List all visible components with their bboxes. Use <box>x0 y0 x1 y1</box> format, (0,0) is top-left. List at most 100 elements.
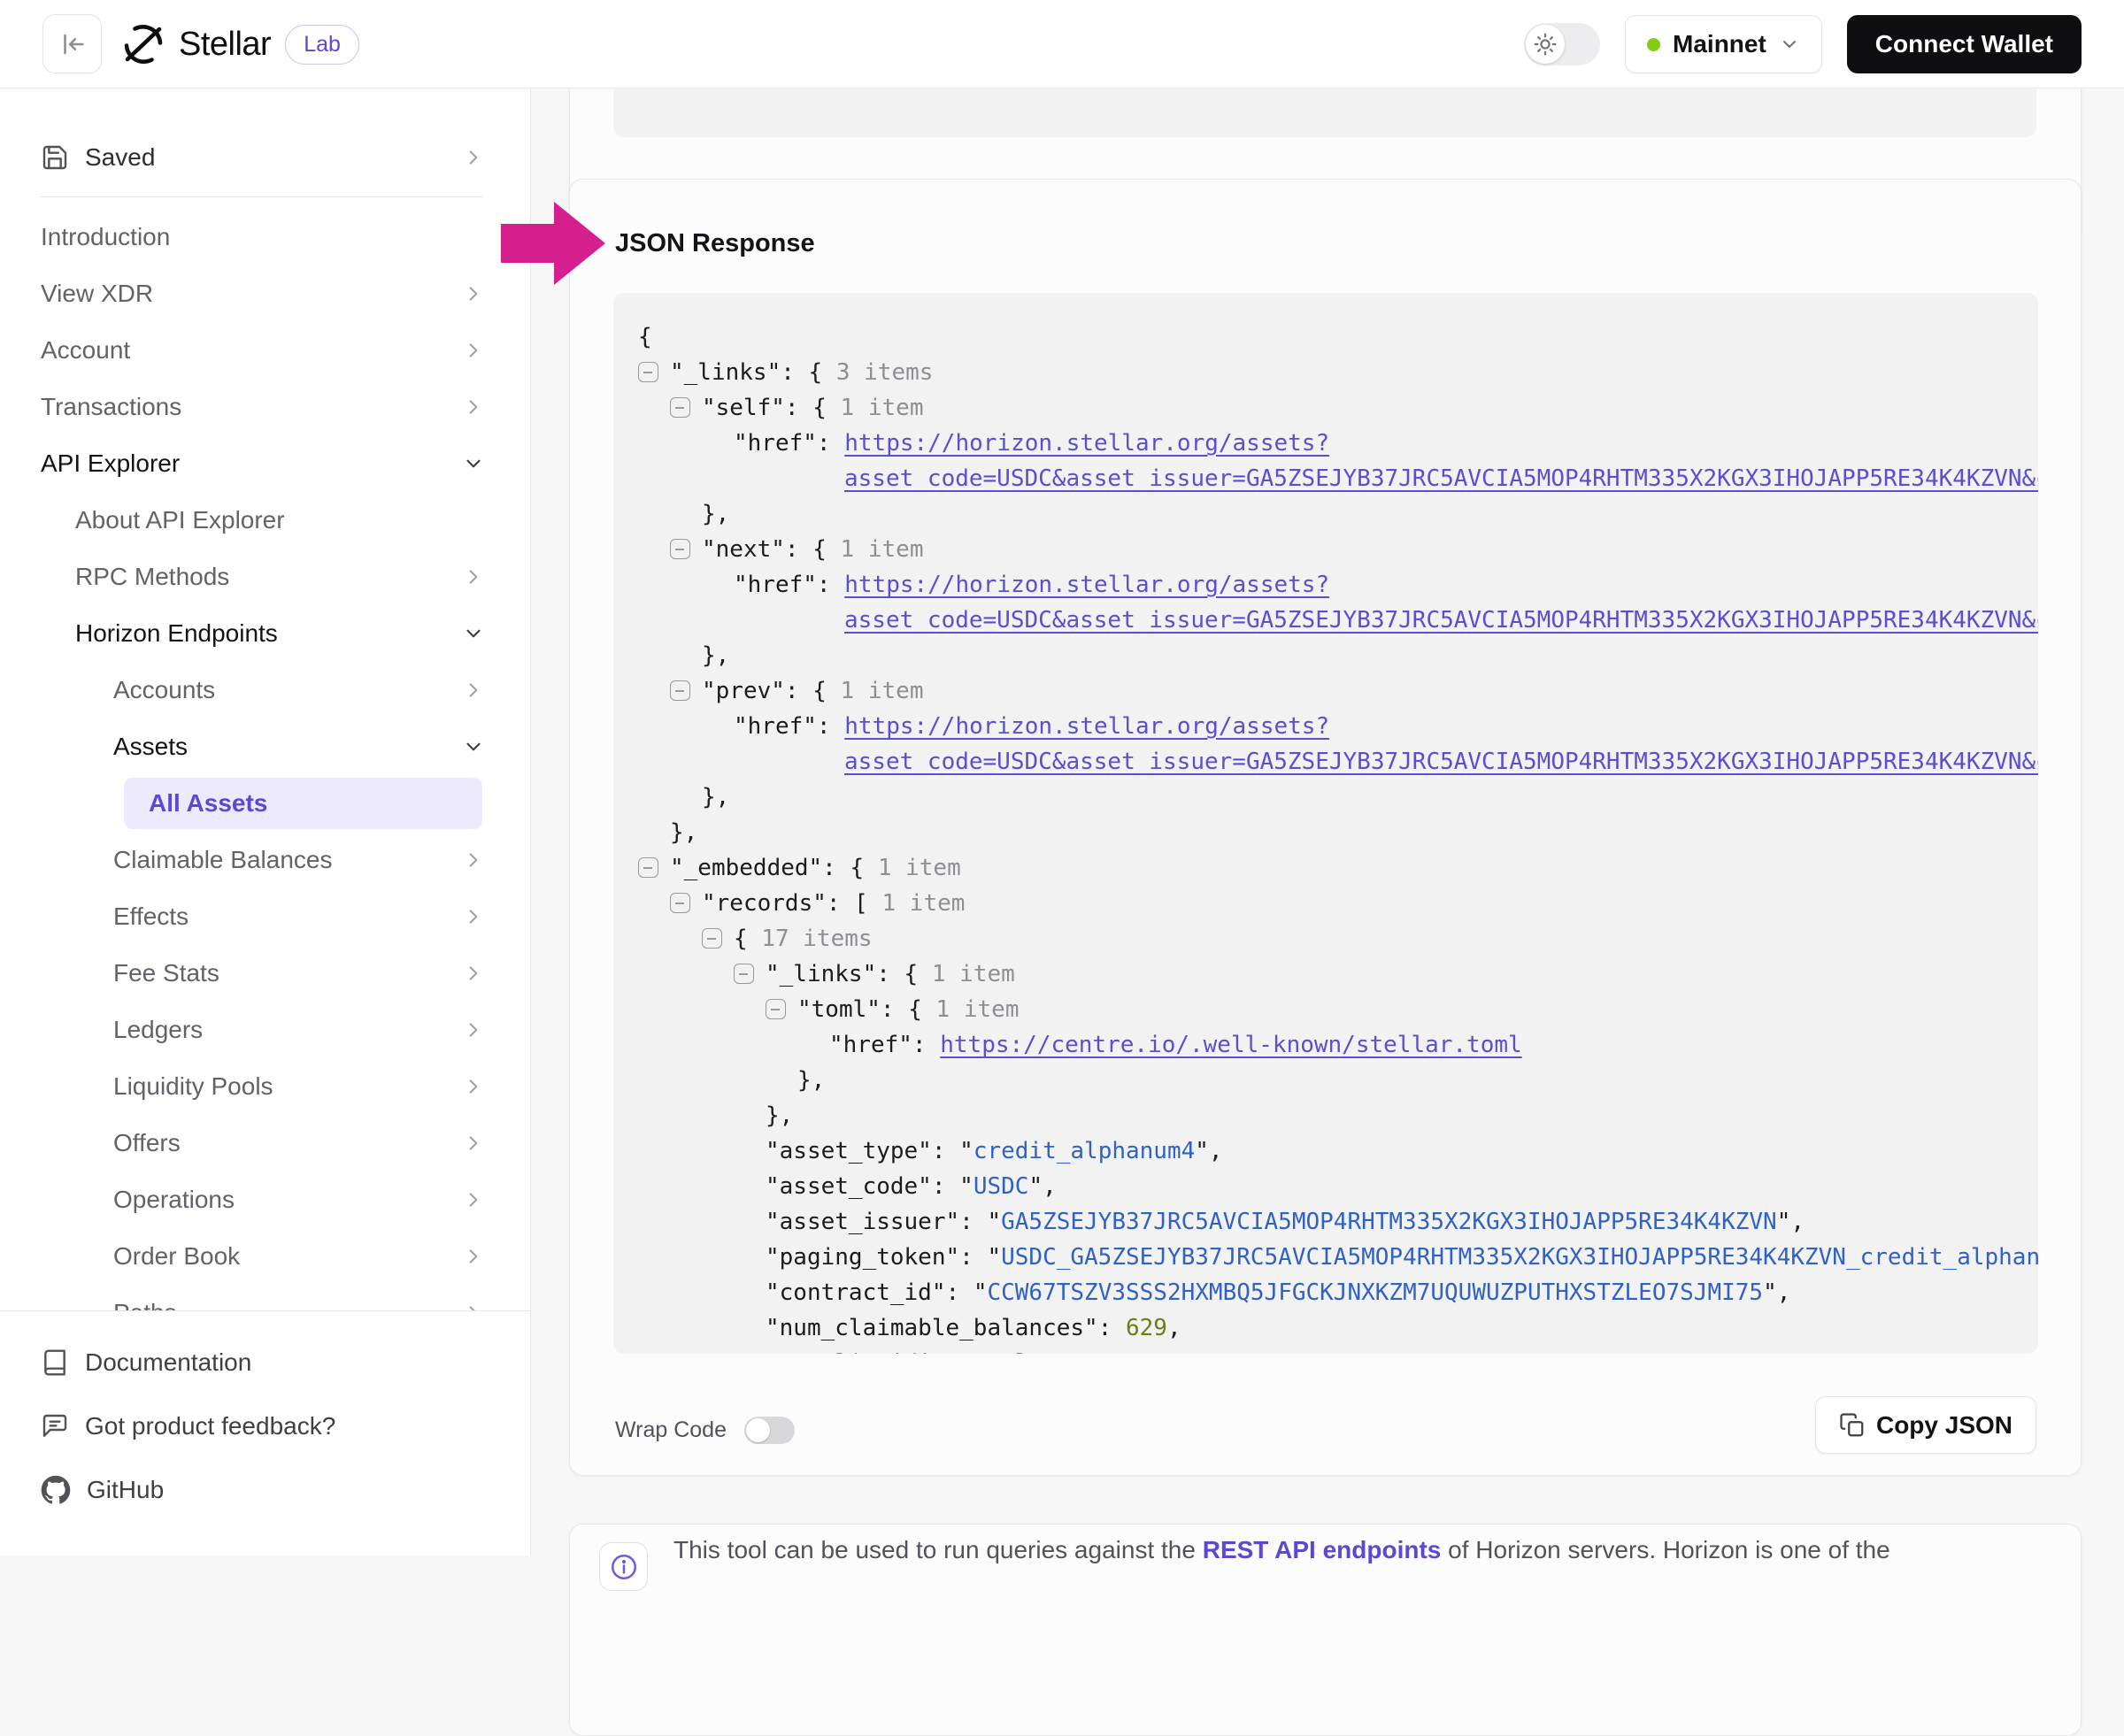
sidebar-item[interactable]: Assets <box>0 718 531 775</box>
sidebar-item-label: Claimable Balances <box>113 846 462 874</box>
sidebar-item-label: Assets <box>113 733 462 761</box>
brand-name: Stellar <box>179 26 271 64</box>
chevron-down-icon <box>1779 34 1800 55</box>
json-code-line: }, <box>613 1098 2038 1133</box>
json-code-line: "asset_type": "credit_alphanum4", <box>613 1133 2038 1169</box>
collapse-sidebar-button[interactable] <box>42 14 102 73</box>
chevron-right-icon <box>462 339 485 362</box>
json-token-punct: { <box>638 324 652 350</box>
collapse-node-icon[interactable] <box>734 964 754 984</box>
collapse-node-icon[interactable] <box>638 362 658 382</box>
json-token-punct: , <box>1167 1315 1181 1341</box>
annotation-arrow <box>492 195 612 292</box>
json-url-link[interactable]: https://horizon.stellar.org/assets? <box>844 572 1329 598</box>
sidebar-item-label: Ledgers <box>113 1016 462 1044</box>
sidebar-item[interactable]: Effects <box>0 888 531 945</box>
json-token-key: "records": [ <box>702 890 882 917</box>
json-token-punct: }, <box>702 501 729 527</box>
sidebar-footer-item[interactable]: GitHub <box>0 1458 530 1522</box>
json-url-link[interactable]: asset_code=USDC&asset_issuer=GA5ZSEJYB37… <box>844 749 2038 775</box>
json-url-link[interactable]: https://horizon.stellar.org/assets? <box>844 430 1329 457</box>
sidebar-item[interactable]: Horizon Endpoints <box>0 605 531 662</box>
sidebar-item[interactable]: Transactions <box>0 379 531 435</box>
json-token-punct: ", <box>1195 1138 1222 1164</box>
json-code-line: }, <box>613 815 2038 850</box>
section-title: JSON Response <box>615 229 815 258</box>
sidebar-item-saved[interactable]: Saved <box>0 127 531 188</box>
brand[interactable]: Stellar Lab <box>122 0 359 88</box>
collapse-node-icon[interactable] <box>670 539 690 559</box>
copy-json-button[interactable]: Copy JSON <box>1815 1396 2036 1454</box>
sidebar-footer: Documentation Got product feedback? GitH… <box>0 1310 530 1555</box>
rest-api-endpoints-link[interactable]: REST API endpoints <box>1203 1536 1442 1563</box>
sidebar-item[interactable]: Introduction <box>0 209 531 265</box>
sidebar-item-label: Liquidity Pools <box>113 1072 462 1101</box>
chevron-right-icon <box>462 146 485 169</box>
sidebar-item[interactable]: All Assets <box>124 778 482 829</box>
sidebar-item[interactable]: Ledgers <box>0 1002 531 1058</box>
copy-icon <box>1839 1412 1866 1439</box>
feedback-icon <box>41 1412 69 1440</box>
chevron-right-icon <box>462 396 485 419</box>
theme-toggle[interactable] <box>1524 23 1600 65</box>
json-token-num: 447 <box>1084 1350 1126 1354</box>
json-url-link[interactable]: asset_code=USDC&asset_issuer=GA5ZSEJYB37… <box>844 607 2038 634</box>
sidebar-item-label: Accounts <box>113 676 462 704</box>
network-status-dot <box>1647 38 1660 51</box>
sidebar-item[interactable]: Accounts <box>0 662 531 718</box>
json-token-key: "self": { <box>702 395 841 421</box>
wrap-code-toggle[interactable] <box>744 1417 795 1444</box>
sidebar-item[interactable]: About API Explorer <box>0 492 531 549</box>
json-url-link[interactable]: https://centre.io/.well-known/stellar.to… <box>940 1032 1521 1058</box>
json-token-punct: }, <box>797 1067 825 1094</box>
json-token-key: "num_claimable_balances": <box>766 1315 1126 1341</box>
sidebar-item-label: Effects <box>113 903 462 931</box>
collapse-node-icon[interactable] <box>638 857 658 878</box>
sidebar-item-label: All Assets <box>149 789 465 818</box>
sidebar-item[interactable]: Operations <box>0 1171 531 1228</box>
json-code-line: asset_code=USDC&asset_issuer=GA5ZSEJYB37… <box>613 603 2038 638</box>
sidebar-item[interactable]: Fee Stats <box>0 945 531 1002</box>
json-code-line: "self": { 1 item <box>613 390 2038 426</box>
github-icon <box>41 1475 71 1505</box>
sidebar-footer-label: Documentation <box>85 1348 251 1377</box>
network-selector[interactable]: Mainnet <box>1625 15 1822 73</box>
sidebar-item-label: Order Book <box>113 1242 462 1271</box>
json-token-str: USDC <box>974 1173 1029 1200</box>
sidebar-item[interactable]: View XDR <box>0 265 531 322</box>
sidebar-item[interactable]: Offers <box>0 1115 531 1171</box>
sidebar-item[interactable]: API Explorer <box>0 435 531 492</box>
sidebar-item[interactable]: Order Book <box>0 1228 531 1285</box>
collapse-node-icon[interactable] <box>702 928 722 949</box>
info-text: This tool can be used to run queries aga… <box>673 1533 1890 1567</box>
sidebar-item[interactable]: Account <box>0 322 531 379</box>
connect-wallet-button[interactable]: Connect Wallet <box>1847 15 2082 73</box>
collapse-node-icon[interactable] <box>670 893 690 913</box>
json-token-punct: , <box>1126 1350 1140 1354</box>
json-code-line: asset_code=USDC&asset_issuer=GA5ZSEJYB37… <box>613 744 2038 780</box>
json-token-str: credit_alphanum4 <box>974 1138 1195 1164</box>
json-token-count: 1 item <box>878 855 961 881</box>
sidebar-item[interactable]: RPC Methods <box>0 549 531 605</box>
json-token-key: "asset_issuer": <box>766 1209 987 1235</box>
json-code-line: "next": { 1 item <box>613 532 2038 567</box>
json-url-link[interactable]: asset_code=USDC&asset_issuer=GA5ZSEJYB37… <box>844 465 2038 492</box>
chevron-right-icon <box>462 1188 485 1211</box>
sidebar-item[interactable]: Claimable Balances <box>0 832 531 888</box>
json-token-punct: " <box>974 1279 988 1306</box>
collapse-node-icon[interactable] <box>670 397 690 418</box>
json-code-line: "href": https://horizon.stellar.org/asse… <box>613 426 2038 461</box>
json-token-key: "href": <box>829 1032 940 1058</box>
json-token-key: "href": <box>734 713 844 740</box>
json-token-punct: ", <box>1763 1279 1790 1306</box>
sidebar-footer-item[interactable]: Documentation <box>0 1331 530 1394</box>
sidebar-footer-item[interactable]: Got product feedback? <box>0 1394 530 1458</box>
json-code-line: "records": [ 1 item <box>613 886 2038 921</box>
json-url-link[interactable]: https://horizon.stellar.org/assets? <box>844 713 1329 740</box>
json-code: {"_links": { 3 items"self": { 1 item"hre… <box>613 293 2038 1354</box>
collapse-node-icon[interactable] <box>766 999 786 1019</box>
json-code-line: "prev": { 1 item <box>613 673 2038 709</box>
collapse-node-icon[interactable] <box>670 680 690 701</box>
sidebar-item[interactable]: Liquidity Pools <box>0 1058 531 1115</box>
main-content: JSON Response {"_links": { 3 items"self"… <box>531 88 2124 1555</box>
